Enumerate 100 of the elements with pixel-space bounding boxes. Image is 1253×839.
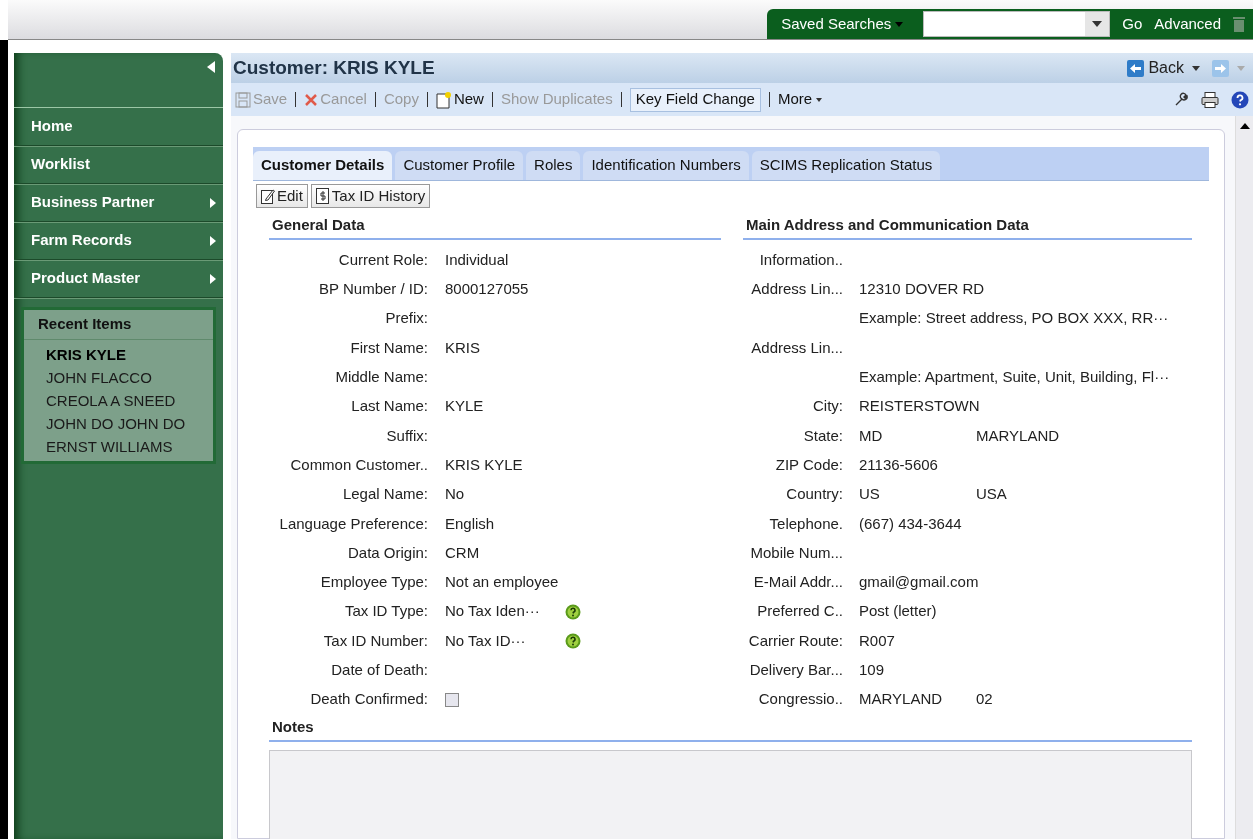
scrollbar[interactable] bbox=[1235, 116, 1253, 839]
back-button[interactable]: Back bbox=[1148, 56, 1184, 80]
dollar-document-icon bbox=[315, 188, 330, 204]
field-label: State: bbox=[803, 426, 843, 444]
field-value: MD bbox=[859, 425, 884, 446]
field-label: Current Role: bbox=[337, 249, 428, 270]
advanced-link[interactable]: Advanced bbox=[1154, 12, 1221, 36]
field-value: KRIS bbox=[445, 337, 481, 358]
field-value: English bbox=[445, 513, 496, 534]
field-label: Country: bbox=[786, 485, 843, 503]
field-label: Telephone. bbox=[769, 514, 843, 532]
field-label: Address Lin... bbox=[751, 338, 843, 356]
tab[interactable]: SCIMS Replication Status bbox=[751, 151, 941, 180]
field-label: Legal Name: bbox=[341, 484, 428, 505]
field-label: Tax ID Type: bbox=[343, 601, 428, 622]
panel-title: Recent Items bbox=[24, 310, 213, 340]
field-label: Middle Name: bbox=[334, 367, 428, 388]
caret-icon[interactable] bbox=[1192, 65, 1200, 71]
field-value: gmail@gmail.com bbox=[859, 572, 979, 593]
recent-item-link[interactable]: CREOLA A SNEED bbox=[46, 389, 213, 412]
tab[interactable]: Customer Profile bbox=[395, 151, 524, 180]
field-value: R007 bbox=[859, 630, 895, 651]
field-value: Individual bbox=[445, 249, 510, 270]
field-label: Prefix: bbox=[384, 308, 428, 329]
close-icon bbox=[304, 92, 319, 107]
field-label: Address Lin... bbox=[751, 280, 843, 298]
field-label: Employee Type: bbox=[319, 572, 428, 593]
field-value: 8000127055 bbox=[445, 279, 530, 300]
checkbox[interactable] bbox=[445, 692, 459, 707]
settings-icon[interactable] bbox=[1173, 91, 1189, 108]
help-icon[interactable] bbox=[565, 633, 581, 649]
nav-item[interactable]: Home bbox=[14, 108, 223, 146]
field-value: 109 bbox=[859, 660, 885, 681]
caret-icon bbox=[816, 97, 823, 102]
field-label: Language Preference: bbox=[278, 513, 428, 534]
field-label: City: bbox=[813, 397, 843, 415]
field-label: Last Name: bbox=[350, 396, 428, 417]
pencil-icon bbox=[261, 188, 275, 204]
section-heading: Main Address and Communication Data bbox=[743, 214, 1192, 240]
field-value: REISTERSTOWN bbox=[859, 396, 980, 417]
field-value: Not an employee bbox=[445, 572, 560, 593]
field-label: Data Origin: bbox=[346, 542, 428, 563]
field-value: KRIS KYLE bbox=[445, 454, 524, 475]
field-label: BP Number / ID: bbox=[318, 279, 428, 300]
section-heading: Notes bbox=[269, 716, 1192, 742]
tab[interactable]: Identification Numbers bbox=[583, 151, 749, 180]
field-value: KYLE bbox=[445, 396, 485, 417]
go-link[interactable]: Go bbox=[1122, 12, 1143, 36]
field-value: CRM bbox=[445, 542, 481, 563]
field-value: US bbox=[859, 484, 881, 505]
history-button[interactable]: Tax ID History bbox=[310, 184, 431, 208]
nav-item[interactable]: Farm Records bbox=[14, 222, 223, 260]
field-value: Post (letter) bbox=[859, 601, 937, 622]
nav-item[interactable]: Worklist bbox=[14, 146, 223, 184]
field-label: Congressio.. bbox=[758, 690, 843, 708]
arrow-right-icon bbox=[210, 273, 216, 284]
help-icon[interactable] bbox=[565, 603, 581, 620]
toolbar-button[interactable]: Key Field Change bbox=[629, 87, 761, 112]
field-label: Mobile Num... bbox=[750, 543, 843, 561]
more-menu[interactable]: More bbox=[777, 88, 823, 111]
field-label: Common Customer.. bbox=[289, 454, 428, 475]
field-value: No bbox=[445, 484, 466, 505]
printer-icon[interactable] bbox=[1201, 91, 1219, 108]
caret-icon bbox=[895, 21, 904, 27]
notes-field[interactable] bbox=[269, 749, 1192, 839]
nav-item[interactable]: Business Partner bbox=[14, 184, 223, 222]
field-value: USA bbox=[976, 484, 1007, 505]
field-label: Suffix: bbox=[385, 425, 428, 446]
field-value: 12310 DOVER RD bbox=[859, 279, 985, 300]
recent-item-link[interactable]: ERNST WILLIAMS bbox=[46, 435, 213, 458]
recent-item-link[interactable]: JOHN FLACCO bbox=[46, 366, 213, 389]
field-label: Date of Death: bbox=[330, 660, 428, 681]
field-value: 02 bbox=[976, 689, 993, 710]
tab[interactable]: Customer Details bbox=[253, 151, 393, 180]
field-value: MARYLAND bbox=[859, 689, 944, 710]
nav-item[interactable]: Product Master bbox=[14, 260, 223, 298]
field-label: First Name: bbox=[349, 337, 428, 358]
field-label: E-Mail Addr... bbox=[753, 573, 843, 591]
field-label: Delivery Bar... bbox=[749, 661, 843, 679]
collapse-icon[interactable] bbox=[207, 61, 215, 73]
dropdown-icon[interactable] bbox=[1085, 12, 1110, 36]
new-document-icon bbox=[435, 90, 452, 109]
field-label: ZIP Code: bbox=[775, 455, 843, 473]
field-value: No Tax ID··· bbox=[445, 630, 527, 651]
arrow-right-icon bbox=[210, 197, 216, 208]
help-icon[interactable] bbox=[1231, 90, 1249, 109]
recent-item-link[interactable]: KRIS KYLE bbox=[46, 343, 213, 366]
saved-searches-menu[interactable]: Saved Searches bbox=[781, 12, 912, 36]
field-label: Death Confirmed: bbox=[309, 689, 428, 710]
arrow-right-icon bbox=[210, 235, 216, 246]
recent-item-link[interactable]: JOHN DO JOHN DO bbox=[46, 412, 213, 435]
field-value: 21136-5606 bbox=[859, 454, 938, 475]
toolbar-button[interactable]: New bbox=[435, 88, 484, 111]
field-value: (667) 434-3644 bbox=[859, 513, 962, 534]
edit-button[interactable]: Edit bbox=[256, 184, 308, 208]
field-value: Example: Street address, PO BOX XXX, RR··· bbox=[859, 308, 1169, 329]
tab[interactable]: Roles bbox=[526, 151, 581, 180]
page-title: Customer: KRIS KYLE bbox=[232, 55, 435, 80]
section-heading: General Data bbox=[269, 214, 721, 240]
search-field[interactable] bbox=[923, 11, 1111, 37]
